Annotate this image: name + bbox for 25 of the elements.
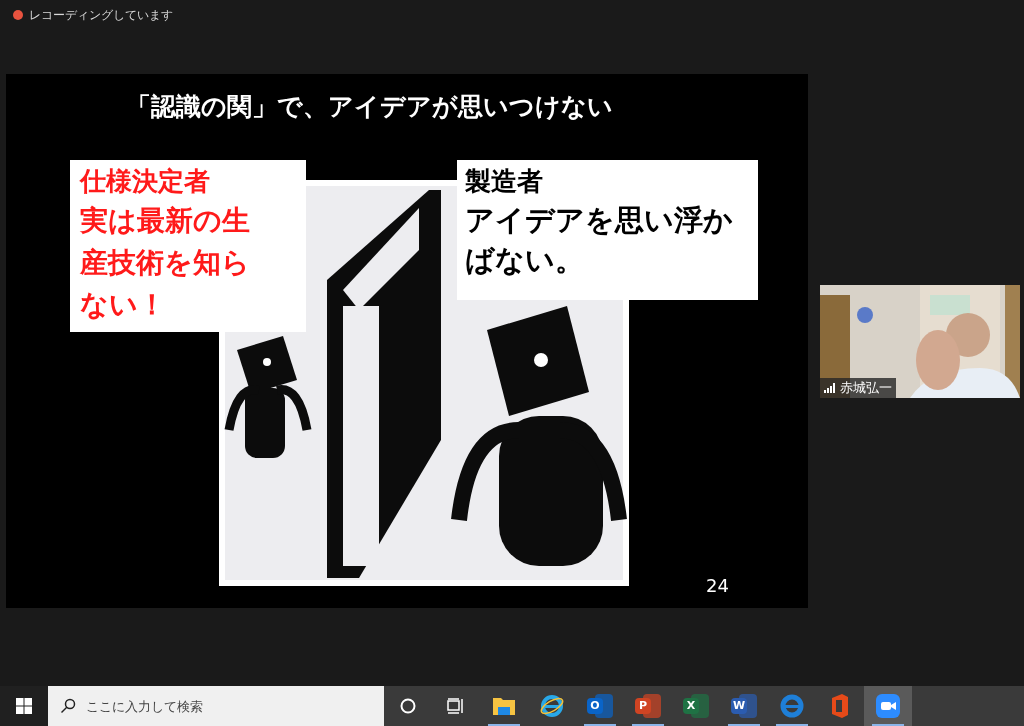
office-icon (830, 694, 850, 718)
callout-heading: 仕様決定者 (80, 165, 211, 198)
taskbar-app[interactable]: W (720, 686, 768, 726)
task-view-icon (447, 698, 465, 714)
taskbar-app[interactable]: X (672, 686, 720, 726)
callout-text: 実は最新の生産技術を知らない！ (80, 203, 251, 323)
taskbar-app[interactable]: O (576, 686, 624, 726)
callout-heading: 製造者 (465, 165, 544, 198)
circle-icon (400, 698, 416, 714)
taskbar-app[interactable]: P (624, 686, 672, 726)
browser-e-icon (780, 694, 804, 718)
folder-icon (492, 695, 516, 717)
recording-status: レコーディングしています (29, 7, 173, 24)
page-number: 24 (706, 574, 729, 598)
video-camera-icon (876, 694, 900, 718)
search-icon (60, 698, 76, 714)
start-button[interactable] (0, 686, 48, 726)
participant-name: 赤城弘一 (840, 379, 892, 398)
signal-icon (824, 383, 836, 393)
windows-logo-icon (16, 698, 32, 714)
search-field[interactable]: ここに入力して検索 (48, 686, 384, 726)
browser-e-icon (539, 694, 565, 718)
slide-title: 「認識の関」で、アイデアが思いつけない (126, 91, 613, 123)
taskbar-app[interactable] (864, 686, 912, 726)
callout-text: アイデアを思い浮かばない。 (465, 202, 734, 279)
